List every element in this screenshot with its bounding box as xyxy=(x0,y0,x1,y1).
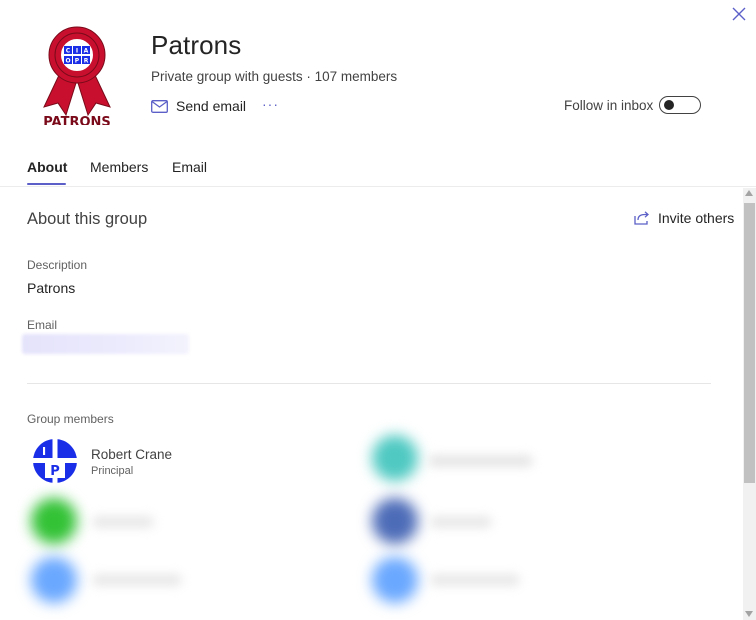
scroll-up-arrow-icon[interactable] xyxy=(745,190,753,196)
invite-others-button[interactable]: Invite others xyxy=(634,210,734,226)
section-divider xyxy=(27,383,711,384)
svg-text:I: I xyxy=(76,48,78,55)
invite-others-label: Invite others xyxy=(658,210,735,226)
scrollbar-thumb[interactable] xyxy=(744,203,755,483)
description-value: Patrons xyxy=(27,280,76,296)
section-title: About this group xyxy=(27,210,148,228)
tabs-divider xyxy=(0,186,756,187)
svg-text:I: I xyxy=(42,445,46,458)
avatar[interactable] xyxy=(372,557,418,603)
follow-in-inbox-label: Follow in inbox xyxy=(564,98,654,113)
avatar[interactable] xyxy=(31,557,77,603)
svg-text:R: R xyxy=(84,58,89,65)
more-options-button[interactable]: ··· xyxy=(262,96,279,112)
follow-in-inbox-toggle[interactable] xyxy=(659,96,701,114)
tab-members[interactable]: Members xyxy=(90,159,148,175)
tab-about[interactable]: About xyxy=(27,159,67,175)
member-name-redacted xyxy=(92,516,154,528)
scroll-down-arrow-icon[interactable] xyxy=(745,611,753,617)
avatar[interactable] xyxy=(31,498,77,544)
share-icon xyxy=(634,211,649,225)
toggle-knob xyxy=(664,100,674,110)
active-tab-indicator xyxy=(27,183,66,185)
svg-text:P: P xyxy=(50,464,60,479)
page-title: Patrons xyxy=(151,30,242,60)
description-label: Description xyxy=(27,258,88,272)
close-button[interactable] xyxy=(730,5,748,23)
close-icon xyxy=(732,7,746,21)
mail-icon xyxy=(151,99,168,113)
avatar[interactable] xyxy=(372,435,418,481)
member-name-redacted xyxy=(428,455,533,467)
email-label: Email xyxy=(27,318,58,332)
member-name[interactable]: Robert Crane xyxy=(91,447,172,462)
avatar[interactable] xyxy=(372,498,418,544)
member-name-redacted xyxy=(430,574,520,586)
svg-text:P: P xyxy=(75,58,80,65)
group-members-label: Group members xyxy=(27,412,114,426)
group-logo: C I A O P R PATRONS xyxy=(40,25,114,125)
svg-text:PATRONS: PATRONS xyxy=(43,115,111,125)
send-email-label: Send email xyxy=(176,98,247,114)
avatar[interactable]: P I xyxy=(32,438,78,484)
member-role: Principal xyxy=(91,465,134,477)
email-value-redacted xyxy=(22,334,189,354)
member-name-redacted xyxy=(430,516,492,528)
member-name-redacted xyxy=(92,574,182,586)
group-subtitle: Private group with guests · 107 members xyxy=(151,69,398,84)
svg-text:O: O xyxy=(65,58,70,65)
svg-text:A: A xyxy=(84,48,89,55)
tab-email[interactable]: Email xyxy=(172,159,207,175)
svg-text:C: C xyxy=(66,48,71,55)
send-email-button[interactable]: Send email xyxy=(151,98,246,114)
